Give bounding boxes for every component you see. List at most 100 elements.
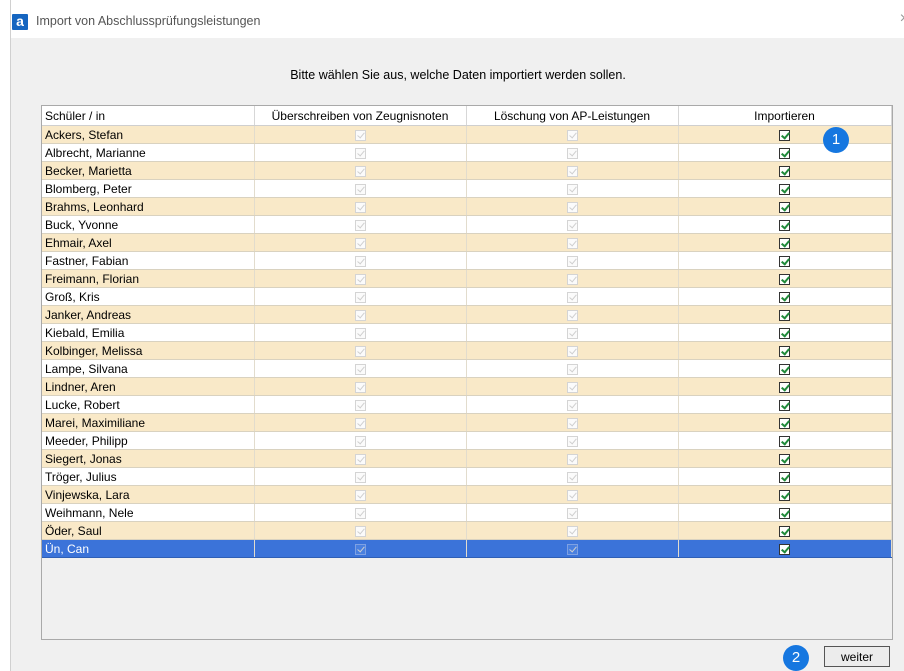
import-checkbox[interactable] — [779, 273, 790, 285]
table-row[interactable]: Tröger, Julius — [42, 467, 892, 486]
import-checkbox[interactable] — [779, 237, 790, 249]
delete-ap-checkbox-cell — [466, 359, 679, 378]
student-name-cell[interactable]: Freimann, Florian — [42, 269, 255, 288]
import-checkbox[interactable] — [779, 381, 790, 393]
table-row[interactable]: Ün, Can — [42, 539, 892, 558]
table-row[interactable]: Marei, Maximiliane — [42, 413, 892, 432]
table-row[interactable]: Lindner, Aren — [42, 377, 892, 396]
import-checkbox[interactable] — [779, 471, 790, 483]
table-row[interactable]: Siegert, Jonas — [42, 449, 892, 468]
import-checkbox[interactable] — [779, 345, 790, 357]
table-row[interactable]: Albrecht, Marianne — [42, 143, 892, 162]
delete-ap-checkbox-cell — [466, 305, 679, 324]
delete-ap-checkbox — [566, 363, 578, 375]
student-name-cell[interactable]: Ackers, Stefan — [42, 125, 255, 144]
overwrite-grades-checkbox-cell — [254, 539, 467, 558]
student-name-cell[interactable]: Groß, Kris — [42, 287, 255, 306]
student-import-table[interactable]: Schüler / in Überschreiben von Zeugnisno… — [41, 105, 893, 640]
student-name-cell[interactable]: Ehmair, Axel — [42, 233, 255, 252]
student-name-cell[interactable]: Ün, Can — [42, 539, 255, 558]
overwrite-grades-checkbox-cell — [254, 467, 467, 486]
import-checkbox[interactable] — [779, 507, 790, 519]
import-checkbox-cell — [678, 485, 892, 504]
close-icon[interactable]: × — [900, 10, 904, 28]
student-name-cell[interactable]: Meeder, Philipp — [42, 431, 255, 450]
import-checkbox-cell — [678, 161, 892, 180]
import-checkbox-cell — [678, 125, 892, 144]
table-row[interactable]: Fastner, Fabian — [42, 251, 892, 270]
table-row[interactable]: Kiebald, Emilia — [42, 323, 892, 342]
import-checkbox[interactable] — [779, 219, 790, 231]
table-row[interactable]: Lampe, Silvana — [42, 359, 892, 378]
import-checkbox[interactable] — [779, 399, 790, 411]
import-checkbox[interactable] — [779, 327, 790, 339]
student-name-cell[interactable]: Tröger, Julius — [42, 467, 255, 486]
table-row[interactable]: Meeder, Philipp — [42, 431, 892, 450]
student-name-cell[interactable]: Vinjewska, Lara — [42, 485, 255, 504]
column-header-import[interactable]: Importieren — [678, 106, 892, 126]
import-checkbox[interactable] — [779, 435, 790, 447]
delete-ap-checkbox — [566, 201, 578, 213]
column-header-overwrite-grades[interactable]: Überschreiben von Zeugnisnoten — [254, 106, 467, 126]
student-name-cell[interactable]: Lucke, Robert — [42, 395, 255, 414]
student-name-cell[interactable]: Lampe, Silvana — [42, 359, 255, 378]
table-row[interactable]: Freimann, Florian — [42, 269, 892, 288]
student-name-cell[interactable]: Kiebald, Emilia — [42, 323, 255, 342]
student-name-cell[interactable]: Lindner, Aren — [42, 377, 255, 396]
import-checkbox[interactable] — [779, 543, 790, 555]
import-checkbox[interactable] — [779, 417, 790, 429]
step-badge-1: 1 — [823, 127, 849, 153]
import-checkbox[interactable] — [779, 363, 790, 375]
delete-ap-checkbox-cell — [466, 485, 679, 504]
import-checkbox[interactable] — [779, 201, 790, 213]
delete-ap-checkbox — [566, 525, 578, 537]
delete-ap-checkbox — [566, 129, 578, 141]
import-checkbox[interactable] — [779, 489, 790, 501]
table-row[interactable]: Lucke, Robert — [42, 395, 892, 414]
table-row[interactable]: Brahms, Leonhard — [42, 197, 892, 216]
student-name-cell[interactable]: Albrecht, Marianne — [42, 143, 255, 162]
import-checkbox[interactable] — [779, 165, 790, 177]
student-name-cell[interactable]: Öder, Saul — [42, 521, 255, 540]
import-checkbox[interactable] — [779, 525, 790, 537]
column-header-delete-ap[interactable]: Löschung von AP-Leistungen — [466, 106, 679, 126]
table-row[interactable]: Öder, Saul — [42, 521, 892, 540]
table-row[interactable]: Blomberg, Peter — [42, 179, 892, 198]
import-checkbox[interactable] — [779, 309, 790, 321]
student-name-cell[interactable]: Weihmann, Nele — [42, 503, 255, 522]
import-checkbox[interactable] — [779, 147, 790, 159]
table-row[interactable]: Ackers, Stefan — [42, 125, 892, 144]
table-row[interactable]: Ehmair, Axel — [42, 233, 892, 252]
table-row[interactable]: Buck, Yvonne — [42, 215, 892, 234]
table-row[interactable]: Groß, Kris — [42, 287, 892, 306]
table-row[interactable]: Kolbinger, Melissa — [42, 341, 892, 360]
student-name-cell[interactable]: Becker, Marietta — [42, 161, 255, 180]
student-name-cell[interactable]: Buck, Yvonne — [42, 215, 255, 234]
delete-ap-checkbox-cell — [466, 503, 679, 522]
table-row[interactable]: Vinjewska, Lara — [42, 485, 892, 504]
overwrite-grades-checkbox-cell — [254, 485, 467, 504]
overwrite-grades-checkbox-cell — [254, 377, 467, 396]
import-checkbox[interactable] — [779, 255, 790, 267]
import-checkbox[interactable] — [779, 291, 790, 303]
table-row[interactable]: Janker, Andreas — [42, 305, 892, 324]
table-row[interactable]: Weihmann, Nele — [42, 503, 892, 522]
import-checkbox-cell — [678, 359, 892, 378]
student-name-cell[interactable]: Fastner, Fabian — [42, 251, 255, 270]
student-name-cell[interactable]: Brahms, Leonhard — [42, 197, 255, 216]
import-checkbox[interactable] — [779, 183, 790, 195]
column-header-student[interactable]: Schüler / in — [42, 106, 255, 126]
import-checkbox-cell — [678, 395, 892, 414]
delete-ap-checkbox — [566, 219, 578, 231]
table-row[interactable]: Becker, Marietta — [42, 161, 892, 180]
instruction-text: Bitte wählen Sie aus, welche Daten impor… — [290, 68, 626, 82]
import-checkbox[interactable] — [779, 453, 790, 465]
student-name-cell[interactable]: Siegert, Jonas — [42, 449, 255, 468]
student-name-cell[interactable]: Marei, Maximiliane — [42, 413, 255, 432]
student-name-cell[interactable]: Blomberg, Peter — [42, 179, 255, 198]
import-checkbox[interactable] — [779, 129, 790, 141]
student-name-cell[interactable]: Janker, Andreas — [42, 305, 255, 324]
student-name-cell[interactable]: Kolbinger, Melissa — [42, 341, 255, 360]
delete-ap-checkbox-cell — [466, 161, 679, 180]
weiter-button[interactable]: weiter — [824, 646, 890, 667]
